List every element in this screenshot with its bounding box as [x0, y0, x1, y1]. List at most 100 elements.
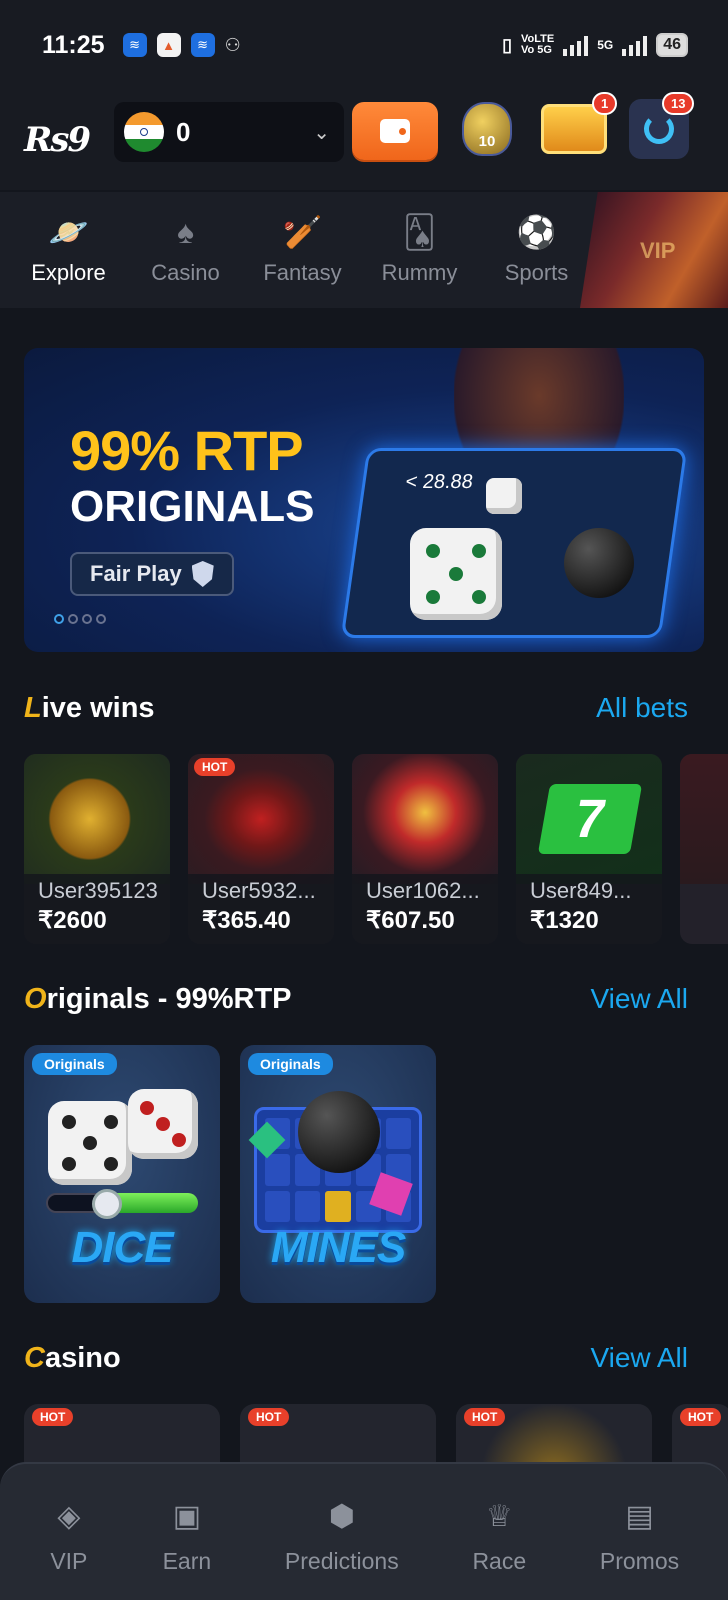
- hot-badge: HOT: [680, 1408, 722, 1426]
- category-tabs: 🪐 Explore ♠ Casino 🏏 Fantasy 🂡 Rummy ⚽ S…: [0, 192, 728, 308]
- nav-vip[interactable]: ◈ VIP: [49, 1464, 89, 1600]
- red-dot-dice-image: [128, 1089, 198, 1159]
- win-username: User5932...: [202, 878, 316, 903]
- nav-label: Predictions: [284, 1548, 399, 1574]
- fair-play-label: Fair Play: [90, 561, 182, 586]
- nav-label: Earn: [162, 1548, 212, 1574]
- hot-badge: HOT: [194, 758, 236, 776]
- tab-label: Sports: [504, 260, 569, 285]
- incognito-icon: ⚇: [224, 34, 241, 55]
- fair-play-badge: Fair Play: [70, 552, 234, 596]
- wallet-button[interactable]: [352, 102, 438, 160]
- originals-view-all-link[interactable]: View All: [590, 983, 688, 1015]
- tab-label: Fantasy: [263, 260, 342, 285]
- live-win-card[interactable]: HOT User5932... ₹365.40: [188, 754, 334, 944]
- title-rest: riginals - 99%RTP: [46, 983, 292, 1015]
- casino-title: Casino: [24, 1342, 121, 1375]
- rewards-chest-button[interactable]: 1: [536, 92, 618, 160]
- india-flag-icon: [124, 112, 164, 152]
- title-initial: O: [24, 983, 47, 1015]
- bottom-navigation: ◈ VIP ▣ Earn ⬢ Predictions ♕ Race ▤ Prom…: [0, 1462, 728, 1600]
- carousel-dots: [54, 614, 106, 624]
- live-wins-title: Live wins: [24, 692, 155, 725]
- bomb-image: [298, 1091, 380, 1173]
- ticket-icon: ▣: [172, 1499, 202, 1533]
- planet-icon: 🪐: [48, 214, 89, 250]
- carousel-dot[interactable]: [82, 614, 92, 624]
- wifi-app-icon: ≋: [122, 33, 147, 57]
- originals-card-dice[interactable]: Originals DICE: [24, 1045, 220, 1303]
- title-initial: L: [24, 692, 42, 724]
- chevron-down-icon: ⌄: [313, 121, 330, 144]
- hot-badge: HOT: [248, 1408, 290, 1426]
- dice-slider-image: [46, 1189, 198, 1219]
- signal-icon-2: [622, 34, 648, 56]
- signal-icon: [563, 34, 589, 56]
- nav-earn[interactable]: ▣ Earn: [163, 1464, 212, 1600]
- tab-label: Explore: [31, 260, 106, 285]
- ab-hexagon-icon: ⬢: [328, 1499, 355, 1533]
- banner-panel-odds: < 28.88: [404, 471, 475, 493]
- title-rest: ive wins: [41, 692, 155, 724]
- shield-check-icon: [191, 561, 214, 587]
- balance-value: 0: [176, 116, 191, 147]
- tab-label: Rummy: [381, 260, 458, 285]
- nav-label: Promos: [599, 1548, 680, 1574]
- money-pot-game-art: [352, 754, 498, 884]
- small-dice-image: [486, 478, 522, 514]
- tab-casino[interactable]: ♠ Casino: [127, 192, 244, 308]
- diamond-icon: ◈: [57, 1499, 81, 1533]
- nav-promos[interactable]: ▤ Promos: [600, 1464, 679, 1600]
- data-label: 5G: [597, 38, 614, 52]
- tab-rummy[interactable]: 🂡 Rummy: [361, 192, 478, 308]
- cards-icon: 🂡: [403, 214, 436, 250]
- hot-badge: HOT: [32, 1408, 74, 1426]
- live-win-card[interactable]: User395123 ₹2600: [24, 754, 170, 944]
- tab-label: Casino: [151, 260, 220, 285]
- tab-explore[interactable]: 🪐 Explore: [10, 192, 127, 308]
- originals-card-mines[interactable]: Originals MINES: [240, 1045, 436, 1303]
- nav-race[interactable]: ♕ Race: [472, 1464, 526, 1600]
- win-username: User849...: [530, 878, 632, 903]
- win-username: User1062...: [366, 878, 480, 903]
- all-bets-link[interactable]: All bets: [596, 692, 688, 724]
- carousel-dot[interactable]: [68, 614, 78, 624]
- live-win-card[interactable]: User1062... ₹607.50: [352, 754, 498, 944]
- tab-sports[interactable]: ⚽ Sports: [478, 192, 595, 308]
- originals-title-mines: MINES: [270, 1223, 406, 1272]
- live-win-card-partial[interactable]: [680, 754, 728, 944]
- casino-view-all-link[interactable]: View All: [590, 1342, 688, 1374]
- brand-logo[interactable]: Rs9: [24, 120, 110, 160]
- app-root: 11:25 ≋ ▲ ≋ ⚇ ▯ VoLTE Vo 5G 5G 46 Rs9 0 …: [0, 0, 728, 1600]
- live-win-card[interactable]: 7 User849... ₹1320: [516, 754, 662, 944]
- bomb-image: [564, 528, 634, 598]
- balance-selector[interactable]: 0 ⌄: [114, 102, 344, 162]
- trophy-icon: ♕: [485, 1499, 513, 1533]
- carousel-dot[interactable]: [54, 614, 64, 624]
- wifi-app-icon-2: ≋: [190, 33, 215, 57]
- spade-icon: ♠: [177, 213, 194, 250]
- jackpot-pot-button[interactable]: 10: [456, 98, 518, 160]
- white-dice-image: [48, 1101, 132, 1185]
- nav-predictions[interactable]: ⬢ Predictions: [285, 1464, 399, 1600]
- gift-icon: ▤: [625, 1499, 654, 1533]
- vibrate-icon: ▯: [502, 34, 512, 55]
- banner-subheadline: ORIGINALS: [70, 482, 315, 531]
- wallet-icon: [380, 119, 410, 143]
- vip-promo-thumbnail[interactable]: VIP: [580, 192, 728, 308]
- vip-promo-text: VIP: [640, 238, 676, 263]
- banner-headline: 99% RTP: [70, 419, 304, 482]
- originals-list: Originals DICE Originals MINES: [24, 1045, 436, 1303]
- title-initial: C: [24, 1342, 45, 1374]
- tab-fantasy[interactable]: 🏏 Fantasy: [244, 192, 361, 308]
- carousel-dot[interactable]: [96, 614, 106, 624]
- notification-badge: 1: [592, 92, 618, 115]
- win-amount: ₹607.50: [366, 907, 455, 934]
- status-bar: 11:25 ≋ ▲ ≋ ⚇ ▯ VoLTE Vo 5G 5G 46: [0, 0, 728, 90]
- win-amount: ₹2600: [38, 907, 107, 934]
- support-button[interactable]: 13: [628, 92, 695, 160]
- support-badge: 13: [662, 92, 695, 115]
- hero-banner[interactable]: < 28.88 99% RTP ORIGINALS Fair Play: [24, 348, 704, 652]
- originals-tag: Originals: [32, 1053, 117, 1075]
- color-prediction-game-art: 7: [516, 754, 662, 884]
